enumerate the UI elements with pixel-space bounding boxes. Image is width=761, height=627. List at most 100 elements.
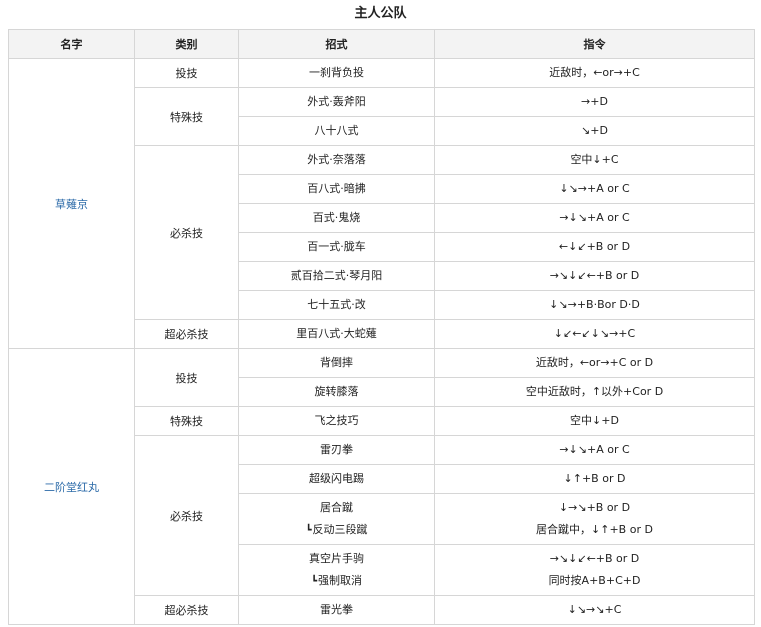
move-cell: 八十八式 (238, 116, 435, 146)
move-name: 外式·轰斧阳 (307, 95, 366, 108)
command-cell: ↘+D (434, 116, 755, 146)
move-name: 贰百拾二式·琴月阳 (290, 269, 383, 282)
command-text: 空中↓+C (570, 153, 619, 166)
move-line: 七十五式·改 (239, 294, 434, 316)
table-caption: 主人公队 (354, 6, 407, 21)
move-cell: 七十五式·改 (238, 290, 435, 320)
move-name: 背倒摔 (320, 356, 353, 369)
move-cell: 百一式·胧车 (238, 232, 435, 262)
command-cell: ↓↘→+A or C (434, 174, 755, 204)
header-name: 名字 (8, 29, 135, 59)
move-name: 强制取消 (318, 573, 363, 587)
move-line: 八十八式 (239, 120, 434, 142)
move-line: 里百八式·大蛇薙 (239, 323, 434, 345)
command-cell: ↓↑+B or D (434, 464, 755, 494)
command-cell: 空中↓+D (434, 406, 755, 436)
command-text: 空中近敌时，↑以外+Cor D (525, 385, 664, 398)
move-name: 超级闪电踢 (309, 472, 364, 485)
move-line: ┗反动三段蹴 (239, 519, 434, 542)
move-category: 投技 (134, 58, 239, 88)
move-line: 飞之技巧 (239, 410, 434, 432)
move-line: 百一式·胧车 (239, 236, 434, 258)
move-category: 超必杀技 (134, 319, 239, 349)
move-name: 雷刃拳 (320, 443, 353, 456)
move-cell: 旋转膝落 (238, 377, 435, 407)
move-name: 百式·鬼烧 (312, 211, 361, 224)
command-text: 近敌时，←or→+C (549, 66, 640, 79)
move-name: 旋转膝落 (314, 385, 359, 398)
command-cell: →↓↘+A or C (434, 435, 755, 465)
move-category: 必杀技 (134, 145, 239, 320)
move-name: 居合蹴 (320, 500, 353, 514)
move-line: 百式·鬼烧 (239, 207, 434, 229)
command-text: ↓↘→+B·Bor D·D (549, 298, 640, 311)
move-cell: 里百八式·大蛇薙 (238, 319, 435, 349)
command-cell: →↘↓↙←+B or D (434, 261, 755, 291)
move-name: 百八式·暗拂 (307, 182, 366, 195)
move-cell: 外式·奈落落 (238, 145, 435, 175)
move-line: 真空片手驹 (239, 548, 434, 570)
command-text: ←↓↙+B or D (558, 240, 631, 253)
move-line: 居合蹴 (239, 497, 434, 519)
move-cell: 超级闪电踢 (238, 464, 435, 494)
move-category: 超必杀技 (134, 595, 239, 625)
command-text: →↓↘+A or C (559, 443, 630, 456)
command-text: ↓↘→↘+C (567, 603, 622, 616)
command-cell: →+D (434, 87, 755, 117)
move-name: 真空片手驹 (309, 551, 364, 565)
move-line: 雷刃拳 (239, 439, 434, 461)
move-line: 旋转膝落 (239, 381, 434, 403)
move-name: 七十五式·改 (307, 298, 366, 311)
move-line: ┗强制取消 (239, 570, 434, 593)
move-name: 八十八式 (314, 124, 359, 137)
move-cell: 飞之技巧 (238, 406, 435, 436)
character-name: 二阶堂红丸 (8, 348, 135, 625)
header-category: 类别 (134, 29, 239, 59)
move-name: 一刹背负投 (309, 66, 364, 79)
move-name: 飞之技巧 (314, 414, 359, 427)
move-line: 一刹背负投 (239, 62, 434, 84)
followup-mark: ┗ (310, 575, 318, 587)
table-body: 草薙京 投技 一刹背负投 近敌时，←or→+C 特殊技 外式·轰斧阳 →+D 八十八式 ↘+D 必… (8, 58, 755, 625)
command-text: 近敌时，←or→+C or D (535, 356, 654, 369)
header-row: 名字 类别 招式 指令 (8, 29, 755, 59)
move-cell: 雷光拳 (238, 595, 435, 625)
command-text: →↓↘+A or C (559, 211, 630, 224)
move-name: 雷光拳 (320, 603, 353, 616)
move-cell: 居合蹴 ┗反动三段蹴 (238, 493, 435, 545)
table-row: 二阶堂红丸 投技 背倒摔 近敌时，←or→+C or D (8, 348, 755, 625)
move-category: 投技 (134, 348, 239, 407)
move-cell: 百八式·暗拂 (238, 174, 435, 204)
move-line: 贰百拾二式·琴月阳 (239, 265, 434, 287)
command-cell: 空中↓+C (434, 145, 755, 175)
move-category: 特殊技 (134, 87, 239, 146)
move-line: 雷光拳 (239, 599, 434, 621)
command-text: 空中↓+D (570, 414, 619, 427)
command-cell: ↓↙←↙↓↘→+C (434, 319, 755, 349)
move-category: 特殊技 (134, 406, 239, 436)
header-move: 招式 (238, 29, 435, 59)
table-row: 草薙京 投技 一刹背负投 近敌时，←or→+C (8, 58, 755, 349)
command-text: ↓↙←↙↓↘→+C (553, 327, 636, 340)
command-cell: ↓↘→↘+C (434, 595, 755, 625)
command-cell: 近敌时，←or→+C (434, 58, 755, 88)
command-text: ↓→↘+B or D (558, 501, 631, 514)
command-text: ↓↑+B or D (563, 472, 626, 485)
command-cell: →↘↓↙←+B or D 同时按A+B+C+D (434, 544, 755, 596)
command-text: →+D (581, 95, 608, 108)
command-text: 同时按A+B+C+D (548, 574, 641, 587)
move-line: 百八式·暗拂 (239, 178, 434, 200)
character-name: 草薙京 (8, 58, 135, 349)
command-text: →↘↓↙←+B or D (549, 269, 640, 282)
move-cell: 背倒摔 (238, 348, 435, 378)
move-table: 名字 类别 招式 指令 草薙京 投技 一刹背负投 近敌时，←or→+C 特殊技 外式·轰斧… (8, 29, 755, 625)
move-name: 百一式·胧车 (307, 240, 366, 253)
followup-mark: ┗ (305, 524, 312, 536)
move-line: 背倒摔 (239, 352, 434, 374)
header-command: 指令 (434, 29, 755, 59)
move-line: 外式·轰斧阳 (239, 91, 434, 113)
command-text: ↘+D (581, 124, 608, 137)
move-cell: 外式·轰斧阳 (238, 87, 435, 117)
command-text: →↘↓↙←+B or D (549, 552, 640, 565)
command-cell: ↓↘→+B·Bor D·D (434, 290, 755, 320)
